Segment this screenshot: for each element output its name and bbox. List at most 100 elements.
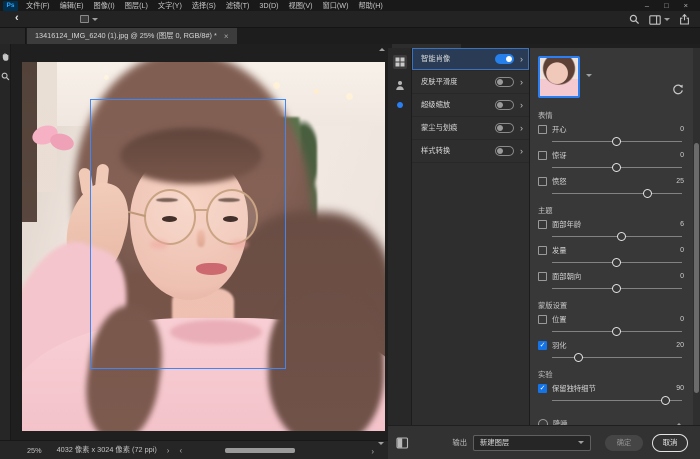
slider-checkbox[interactable] — [538, 220, 547, 229]
chevron-down-icon[interactable] — [586, 74, 592, 77]
filter-list: 智能肖像 › 皮肤平滑度 › 超级缩放 › 蒙尘与划痕 › 样式转换 › — [412, 48, 530, 425]
filter-row[interactable]: 蒙尘与划痕 › — [412, 117, 529, 140]
menu-item[interactable]: 滤镜(T) — [221, 0, 255, 11]
panel-bottom-bar: 输出 新建图层 确定 取消 — [388, 425, 700, 459]
section-header: 实验 — [538, 370, 684, 382]
slider-label: 保留独特细节 — [552, 384, 596, 394]
menu-item[interactable]: 选择(S) — [187, 0, 221, 11]
filter-toggle[interactable] — [495, 146, 514, 156]
zoom-level[interactable]: 25% — [27, 446, 42, 455]
menu-item[interactable]: 图像(I) — [89, 0, 120, 11]
minimize-button[interactable]: – — [645, 1, 649, 10]
slider-track[interactable] — [552, 231, 682, 244]
slider-value: 90 — [676, 385, 684, 392]
photo-image[interactable] — [22, 62, 385, 431]
menu-item[interactable]: 视图(V) — [284, 0, 318, 11]
chevron-right-icon[interactable]: › — [520, 123, 523, 133]
ok-button[interactable]: 确定 — [605, 435, 643, 451]
menu-item[interactable]: 3D(D) — [254, 0, 283, 11]
cancel-button[interactable]: 取消 — [652, 434, 688, 452]
horizontal-scrollbar-thumb[interactable] — [225, 448, 295, 453]
filter-toggle[interactable] — [495, 123, 514, 133]
filter-row[interactable]: 智能肖像 › — [412, 48, 529, 71]
slider-checkbox[interactable] — [538, 151, 547, 160]
menu-item[interactable]: 文件(F) — [21, 0, 55, 11]
slider-track[interactable] — [552, 257, 682, 270]
status-prev-icon[interactable]: ‹ — [179, 446, 182, 455]
filter-label: 样式转换 — [421, 146, 491, 156]
preview-mode-tool[interactable] — [80, 15, 98, 23]
zoom-tool-icon[interactable] — [1, 72, 10, 81]
filter-row[interactable]: 样式转换 › — [412, 140, 529, 163]
slider-checkbox[interactable] — [538, 125, 547, 134]
menu-item[interactable]: 帮助(H) — [353, 0, 387, 11]
settings-scrollbar[interactable] — [693, 48, 700, 425]
slider-track[interactable] — [552, 395, 682, 408]
slider-thumb[interactable] — [612, 137, 621, 146]
status-next-icon[interactable]: › — [167, 446, 170, 455]
slider-checkbox[interactable] — [538, 272, 547, 281]
slider-track[interactable] — [552, 136, 682, 149]
face-thumbnail[interactable] — [538, 56, 580, 98]
slider-track[interactable] — [552, 326, 682, 339]
settings-sections: 表情 开心 0 惊讶 0 愤怒 25 主题 — [538, 111, 684, 408]
beta-filters-dot-icon[interactable] — [397, 102, 403, 108]
filter-toggle[interactable] — [495, 100, 514, 110]
slider-checkbox[interactable]: ✓ — [538, 384, 547, 393]
scroll-up-icon[interactable] — [379, 48, 385, 51]
filter-toggle[interactable] — [495, 77, 514, 87]
workspace-layout-control[interactable] — [649, 15, 670, 25]
chevron-right-icon[interactable]: › — [520, 146, 523, 156]
scroll-down-icon[interactable] — [378, 442, 384, 445]
filter-toggle[interactable] — [495, 54, 514, 64]
menu-item[interactable]: 图层(L) — [120, 0, 153, 11]
face-selection-box[interactable] — [90, 99, 286, 369]
slider-checkbox[interactable]: ✓ — [538, 341, 547, 350]
slider-track[interactable] — [552, 283, 682, 296]
tab-close-icon[interactable]: × — [224, 32, 229, 41]
slider-thumb[interactable] — [643, 189, 652, 198]
chevron-right-icon[interactable]: › — [520, 77, 523, 87]
menu-item[interactable]: 窗口(W) — [318, 0, 354, 11]
maximize-button[interactable]: □ — [664, 1, 669, 10]
document-tab[interactable]: 13416124_IMG_6240 (1).jpg @ 25% (图层 0, R… — [27, 28, 237, 44]
menu-item[interactable]: 编辑(E) — [55, 0, 89, 11]
document-canvas[interactable] — [11, 44, 388, 440]
scrollbar-thumb[interactable] — [694, 143, 699, 393]
slider-row: ✓ 羽化 20 — [538, 339, 684, 365]
portrait-category-icon[interactable] — [395, 80, 405, 91]
slider-value: 0 — [680, 152, 684, 159]
filter-row[interactable]: 皮肤平滑度 › — [412, 71, 529, 94]
slider-track[interactable] — [552, 352, 682, 365]
chevron-right-icon[interactable]: › — [520, 100, 523, 110]
slider-thumb[interactable] — [612, 284, 621, 293]
slider-checkbox[interactable] — [538, 315, 547, 324]
slider-track[interactable] — [552, 162, 682, 175]
reset-icon[interactable] — [672, 84, 684, 96]
slider-thumb[interactable] — [574, 353, 583, 362]
share-icon[interactable] — [679, 14, 690, 25]
back-chevron-icon[interactable]: ‹ — [15, 12, 19, 24]
toggle-knob — [497, 125, 503, 131]
output-dropdown[interactable]: 新建图层 — [473, 435, 591, 451]
chevron-right-icon[interactable]: › — [520, 54, 523, 64]
scroll-right-icon[interactable]: › — [371, 447, 374, 456]
slider-thumb[interactable] — [612, 327, 621, 336]
menu-items: 文件(F)编辑(E)图像(I)图层(L)文字(Y)选择(S)滤镜(T)3D(D)… — [21, 0, 388, 11]
close-button[interactable]: × — [684, 1, 688, 10]
preview-compare-icon[interactable] — [396, 437, 409, 449]
filter-row[interactable]: 超级缩放 › — [412, 94, 529, 117]
slider-thumb[interactable] — [612, 163, 621, 172]
slider-thumb[interactable] — [661, 396, 670, 405]
toggle-knob — [497, 102, 503, 108]
collapsed-row[interactable]: 降噪 — [538, 414, 684, 425]
hand-tool-icon[interactable] — [1, 52, 10, 62]
slider-thumb[interactable] — [617, 232, 626, 241]
slider-thumb[interactable] — [612, 258, 621, 267]
slider-track[interactable] — [552, 188, 682, 201]
slider-checkbox[interactable] — [538, 246, 547, 255]
slider-checkbox[interactable] — [538, 177, 547, 186]
menu-item[interactable]: 文字(Y) — [153, 0, 187, 11]
search-icon[interactable] — [629, 14, 640, 25]
all-filters-category[interactable] — [393, 55, 407, 69]
